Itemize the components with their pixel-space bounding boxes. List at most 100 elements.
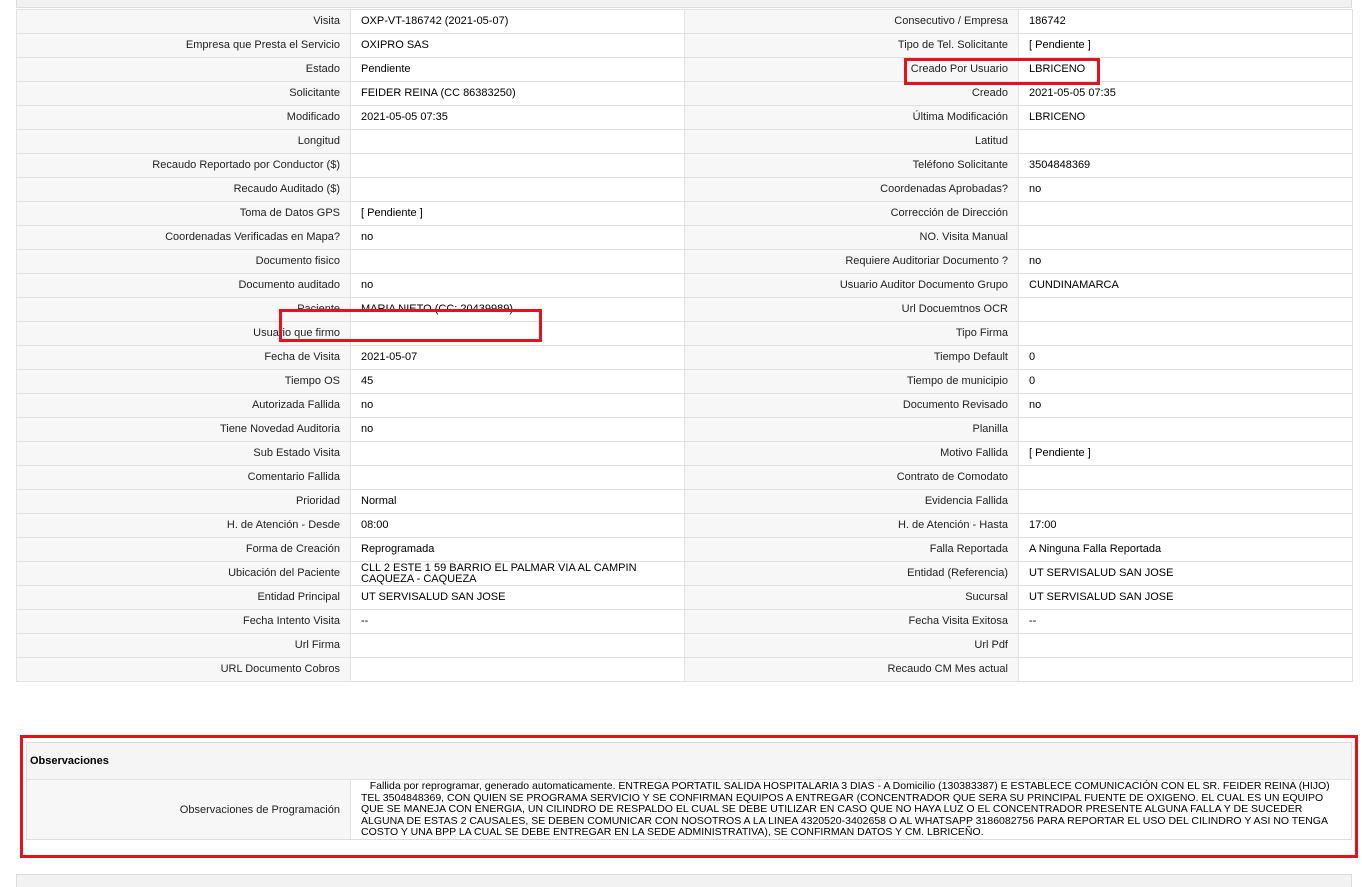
modificado-label: Modificado: [16, 105, 351, 130]
consecutivo-empresa-value: 186742: [1018, 9, 1353, 34]
coordenadas-aprobadas-value: no: [1018, 177, 1353, 202]
url-documento-cobros-label: URL Documento Cobros: [16, 657, 351, 682]
tiempo-default-label: Tiempo Default: [684, 345, 1019, 370]
entidad-principal-label: Entidad Principal: [16, 585, 351, 610]
detail-row: Sub Estado Visita Motivo Fallida[ Pendien…: [16, 441, 1353, 466]
fecha-intento-visita-value: --: [350, 609, 685, 634]
url-pdf-label: Url Pdf: [684, 633, 1019, 658]
recaudo-cm-mes-actual-label: Recaudo CM Mes actual: [684, 657, 1019, 682]
recaudo-reportado-por-conductor-label: Recaudo Reportado por Conductor ($): [16, 153, 351, 178]
url-firma-label: Url Firma: [16, 633, 351, 658]
sucursal-label: Sucursal: [684, 585, 1019, 610]
detail-row: Usuario que firmo Tipo Firma: [16, 321, 1353, 346]
telefono-solicitante-value: 3504848369: [1018, 153, 1353, 178]
creado-label: Creado: [684, 81, 1019, 106]
tiene-novedad-auditoria-label: Tiene Novedad Auditoria: [16, 417, 351, 442]
fecha-de-visita-label: Fecha de Visita: [16, 345, 351, 370]
fecha-intento-visita-label: Fecha Intento Visita: [16, 609, 351, 634]
detail-row: Modificado 2021-05-05 07:35 Última Modific…: [16, 105, 1353, 130]
url-firma-value: [350, 633, 685, 658]
entidad-principal-value: UT SERVISALUD SAN JOSE: [350, 585, 685, 610]
sub-estado-visita-label: Sub Estado Visita: [16, 441, 351, 466]
detail-row: Entidad Principal UT SERVISALUD SAN JOSE S…: [16, 585, 1353, 610]
empresa-que-presta-el-servicio-label: Empresa que Presta el Servicio: [16, 33, 351, 58]
detail-row: Coordenadas Verificadas en Mapa? no NO. V…: [16, 225, 1353, 250]
detail-row: Tiempo OS 45 Tiempo de municipio 0: [16, 369, 1353, 394]
tiempo-os-label: Tiempo OS: [16, 369, 351, 394]
contrato-de-comodato-value: [1018, 465, 1353, 490]
detail-row: Url Firma Url Pdf: [16, 633, 1353, 658]
toma-de-datos-gps-label: Toma de Datos GPS: [16, 201, 351, 226]
creado-por-usuario-value: LBRICENO: [1018, 57, 1353, 82]
detail-row: Recaudo Reportado por Conductor ($) Teléf…: [16, 153, 1353, 178]
detail-row: Fecha Intento Visita -- Fecha Visita Exit…: [16, 609, 1353, 634]
tipo-de-tel-solicitante-label: Tipo de Tel. Solicitante: [684, 33, 1019, 58]
forma-de-creacion-label: Forma de Creación: [16, 537, 351, 562]
detail-row: Documento auditado no Usuario Auditor Doc…: [16, 273, 1353, 298]
visit-details-table: Visita OXP-VT-186742 (2021-05-07) Consecut…: [16, 9, 1353, 682]
h-de-atencion-hasta-value: 17:00: [1018, 513, 1353, 538]
detail-row: URL Documento Cobros Recaudo CM Mes actua…: [16, 657, 1353, 682]
detail-row: Autorizada Fallida no Documento Revisado …: [16, 393, 1353, 418]
forma-de-creacion-value: Reprogramada: [350, 537, 685, 562]
url-docuemtnos-ocr-value: [1018, 297, 1353, 322]
documento-fisico-label: Documento fisico: [16, 249, 351, 274]
h-de-atencion-desde-label: H. de Atención - Desde: [16, 513, 351, 538]
consecutivo-empresa-label: Consecutivo / Empresa: [684, 9, 1019, 34]
tiempo-de-municipio-value: 0: [1018, 369, 1353, 394]
detail-row: Toma de Datos GPS[ Pendiente ] Corrección…: [16, 201, 1353, 226]
entidad-referencia-value: UT SERVISALUD SAN JOSE: [1018, 561, 1353, 586]
bottom-panel-edge: [16, 874, 1352, 887]
documento-revisado-value: no: [1018, 393, 1353, 418]
autorizada-fallida-label: Autorizada Fallida: [16, 393, 351, 418]
usuario-que-firmo-value: [350, 321, 685, 346]
url-documento-cobros-value: [350, 657, 685, 682]
empresa-que-presta-el-servicio-value: OXIPRO SAS: [350, 33, 685, 58]
tipo-firma-label: Tipo Firma: [684, 321, 1019, 346]
contrato-de-comodato-label: Contrato de Comodato: [684, 465, 1019, 490]
url-pdf-value: [1018, 633, 1353, 658]
toma-de-datos-gps-value: [ Pendiente ]: [350, 201, 685, 226]
tiempo-default-value: 0: [1018, 345, 1353, 370]
autorizada-fallida-value: no: [350, 393, 685, 418]
recaudo-auditado-value: [350, 177, 685, 202]
detail-row: Visita OXP-VT-186742 (2021-05-07) Consecut…: [16, 9, 1353, 34]
comentario-fallida-label: Comentario Fallida: [16, 465, 351, 490]
sub-estado-visita-value: [350, 441, 685, 466]
documento-fisico-value: [350, 249, 685, 274]
ubicacion-del-paciente-value: CLL 2 ESTE 1 59 BARRIO EL PALMAR VIA AL …: [350, 561, 685, 586]
detail-row: Ubicación del Paciente CLL 2 ESTE 1 59 BA…: [16, 561, 1353, 586]
planilla-label: Planilla: [684, 417, 1019, 442]
tiene-novedad-auditoria-value: no: [350, 417, 685, 442]
observaciones-programacion-value: Fallida por reprogramar, generado automa…: [351, 780, 1351, 839]
h-de-atencion-hasta-label: H. de Atención - Hasta: [684, 513, 1019, 538]
telefono-solicitante-label: Teléfono Solicitante: [684, 153, 1019, 178]
detail-row: Comentario Fallida Contrato de Comodato: [16, 465, 1353, 490]
paciente-value: MARIA NIETO (CC: 20439989): [350, 297, 685, 322]
no-visita-manual-value: [1018, 225, 1353, 250]
fecha-visita-exitosa-label: Fecha Visita Exitosa: [684, 609, 1019, 634]
requiere-auditoriar-documento-label: Requiere Auditoriar Documento ?: [684, 249, 1019, 274]
ultima-modificacion-value: LBRICENO: [1018, 105, 1353, 130]
coordenadas-verificadas-en-mapa-value: no: [350, 225, 685, 250]
latitud-value: [1018, 129, 1353, 154]
evidencia-fallida-value: [1018, 489, 1353, 514]
usuario-que-firmo-label: Usuario que firmo: [16, 321, 351, 346]
detail-row: Fecha de Visita 2021-05-07 Tiempo Default…: [16, 345, 1353, 370]
detail-row: Prioridad Normal Evidencia Fallida: [16, 489, 1353, 514]
creado-por-usuario-label: Creado Por Usuario: [684, 57, 1019, 82]
observaciones-panel: Observaciones Observaciones de Programac…: [26, 742, 1352, 840]
ubicacion-del-paciente-label: Ubicación del Paciente: [16, 561, 351, 586]
correccion-de-direccion-value: [1018, 201, 1353, 226]
creado-value: 2021-05-05 07:35: [1018, 81, 1353, 106]
recaudo-cm-mes-actual-value: [1018, 657, 1353, 682]
visita-label: Visita: [16, 9, 351, 34]
detail-row: Documento fisico Requiere Auditoriar Docu…: [16, 249, 1353, 274]
top-panel-edge: [16, 0, 1352, 8]
observaciones-programacion-label: Observaciones de Programación: [27, 780, 351, 839]
tipo-firma-value: [1018, 321, 1353, 346]
documento-auditado-value: no: [350, 273, 685, 298]
estado-value: Pendiente: [350, 57, 685, 82]
detail-row: Solicitante FEIDER REINA (CC 86383250) Cre…: [16, 81, 1353, 106]
coordenadas-verificadas-en-mapa-label: Coordenadas Verificadas en Mapa?: [16, 225, 351, 250]
